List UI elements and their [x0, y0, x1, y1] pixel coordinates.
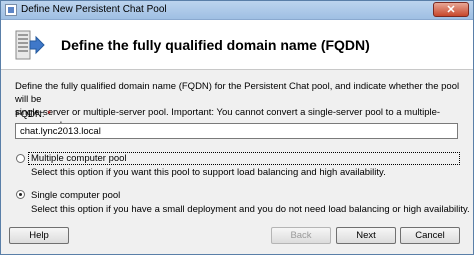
server-pool-icon [15, 30, 45, 60]
title-bar: Define New Persistent Chat Pool ✕ [1, 1, 473, 20]
single-pool-description: Select this option if you have a small d… [31, 204, 470, 215]
fqdn-input[interactable]: chat.lync2013.local [15, 123, 458, 139]
next-button[interactable]: Next [336, 227, 396, 244]
help-button[interactable]: Help [9, 227, 69, 244]
required-mark: * [47, 109, 51, 120]
dialog-window: Define New Persistent Chat Pool ✕ Define… [0, 0, 474, 255]
multiple-pool-radio[interactable] [16, 154, 25, 163]
window-title: Define New Persistent Chat Pool [21, 4, 167, 15]
fqdn-label-text: FQDN: [15, 109, 45, 120]
description-line: Define the fully qualified domain name (… [15, 81, 460, 105]
header-banner: Define the fully qualified domain name (… [1, 20, 473, 70]
back-button[interactable]: Back [271, 227, 331, 244]
multiple-pool-description: Select this option if you want this pool… [31, 167, 386, 178]
app-icon [5, 4, 17, 16]
single-pool-radio[interactable] [16, 190, 25, 199]
close-button[interactable]: ✕ [433, 2, 469, 17]
multiple-pool-label[interactable]: Multiple computer pool [31, 153, 127, 164]
page-title: Define the fully qualified domain name (… [61, 37, 370, 53]
single-pool-label[interactable]: Single computer pool [31, 190, 120, 201]
cancel-button[interactable]: Cancel [400, 227, 460, 244]
fqdn-label: FQDN: * [15, 109, 51, 120]
